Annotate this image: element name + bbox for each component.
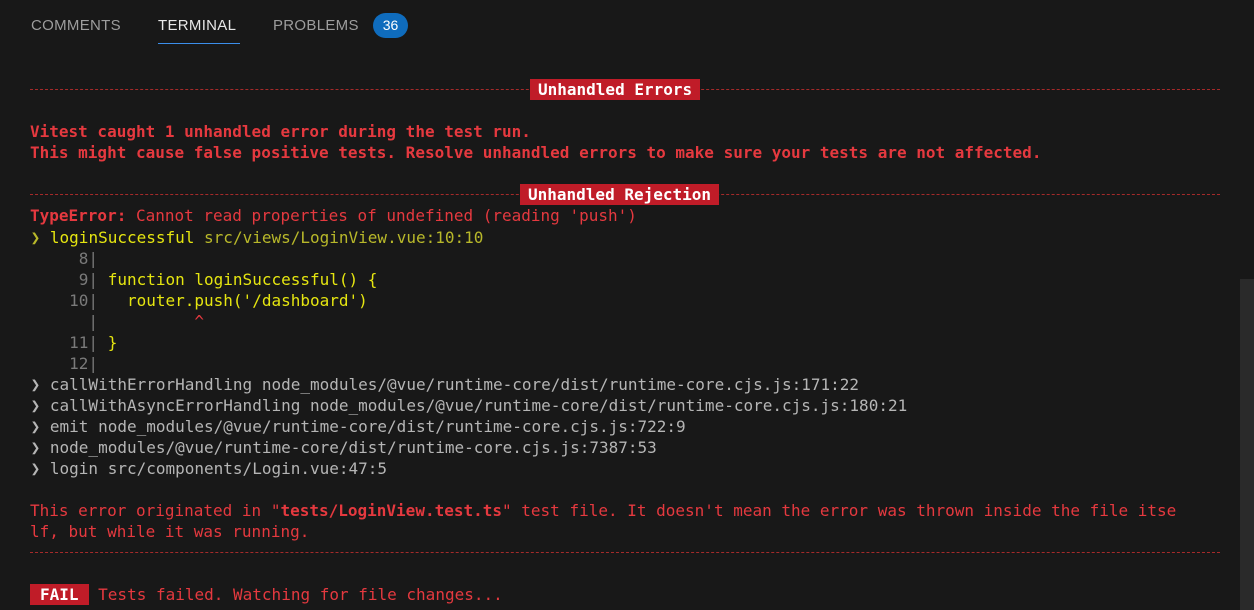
terminal-scrollbar[interactable] [1240, 279, 1254, 610]
separator-label: Unhandled Rejection [520, 184, 720, 205]
code-text: function loginSuccessful() { [98, 270, 378, 289]
origin-prefix: This error originated in " [30, 501, 281, 520]
code-line-11: 11| } [21, 332, 117, 353]
frame-location[interactable]: src/views/LoginView.vue:10:10 [194, 228, 483, 247]
separator-unhandled-rejection: Unhandled Rejection [30, 184, 1220, 205]
separator-line [30, 552, 1220, 553]
stack-frame: ❯ emit node_modules/@vue/runtime-core/di… [21, 417, 686, 436]
tab-terminal[interactable]: TERMINAL [158, 17, 236, 35]
active-tab-indicator [158, 43, 240, 44]
separator-unhandled-errors: Unhandled Errors [30, 79, 1220, 100]
line-number: 8| [21, 249, 99, 268]
footer-status: FAIL Tests failed. Watching for file cha… [30, 584, 503, 605]
line-number: | [21, 312, 99, 331]
error-line: TypeError: Cannot read properties of und… [30, 205, 637, 226]
line-number: 9| [21, 270, 99, 289]
code-line-8: 8| [21, 248, 98, 269]
summary-line-1: Vitest caught 1 unhandled error during t… [30, 122, 531, 141]
summary-line-2: This might cause false positive tests. R… [30, 143, 1042, 162]
code-line-9: 9| function loginSuccessful() { [21, 269, 378, 290]
code-text: router.push('/dashboard') [98, 291, 368, 310]
separator-end [30, 542, 1220, 563]
code-line-12: 12| [21, 353, 98, 374]
problems-count-badge: 36 [373, 13, 408, 38]
origin-line-2: lf, but while it was running. [30, 522, 310, 541]
code-line-10: 10| router.push('/dashboard') [21, 290, 368, 311]
line-number: 11| [21, 333, 99, 352]
stack-frame: ❯ login src/components/Login.vue:47:5 [21, 459, 388, 478]
fail-badge: FAIL [30, 584, 89, 605]
panel-tabs: COMMENTS TERMINAL PROBLEMS 36 [0, 0, 1254, 52]
tab-problems[interactable]: PROBLEMS [273, 17, 359, 35]
chevron-right-icon: ❯ [21, 228, 50, 247]
origin-line-1: This error originated in "tests/LoginVie… [30, 500, 1176, 521]
tab-comments[interactable]: COMMENTS [31, 17, 121, 35]
origin-suffix: " test file. It doesn't mean the error w… [502, 501, 1177, 520]
error-type: TypeError: [30, 206, 127, 225]
code-text: } [98, 333, 118, 352]
separator-label: Unhandled Errors [530, 79, 701, 100]
stack-frame-primary: ❯ loginSuccessful src/views/LoginView.vu… [21, 227, 484, 248]
stack-frame: ❯ node_modules/@vue/runtime-core/dist/ru… [21, 438, 657, 457]
footer-message: Tests failed. Watching for file changes.… [88, 585, 503, 604]
stack-frame: ❯ callWithAsyncErrorHandling node_module… [21, 396, 908, 415]
stack-frame: ❯ callWithErrorHandling node_modules/@vu… [21, 375, 860, 394]
origin-test-file[interactable]: tests/LoginView.test.ts [280, 501, 502, 520]
error-caret: ^ [98, 312, 205, 331]
error-message: Cannot read properties of undefined (rea… [126, 206, 637, 225]
frame-function: loginSuccessful [49, 228, 195, 247]
line-number: 10| [21, 291, 99, 310]
line-number: 12| [21, 354, 99, 373]
code-caret-line: | ^ [21, 311, 204, 332]
